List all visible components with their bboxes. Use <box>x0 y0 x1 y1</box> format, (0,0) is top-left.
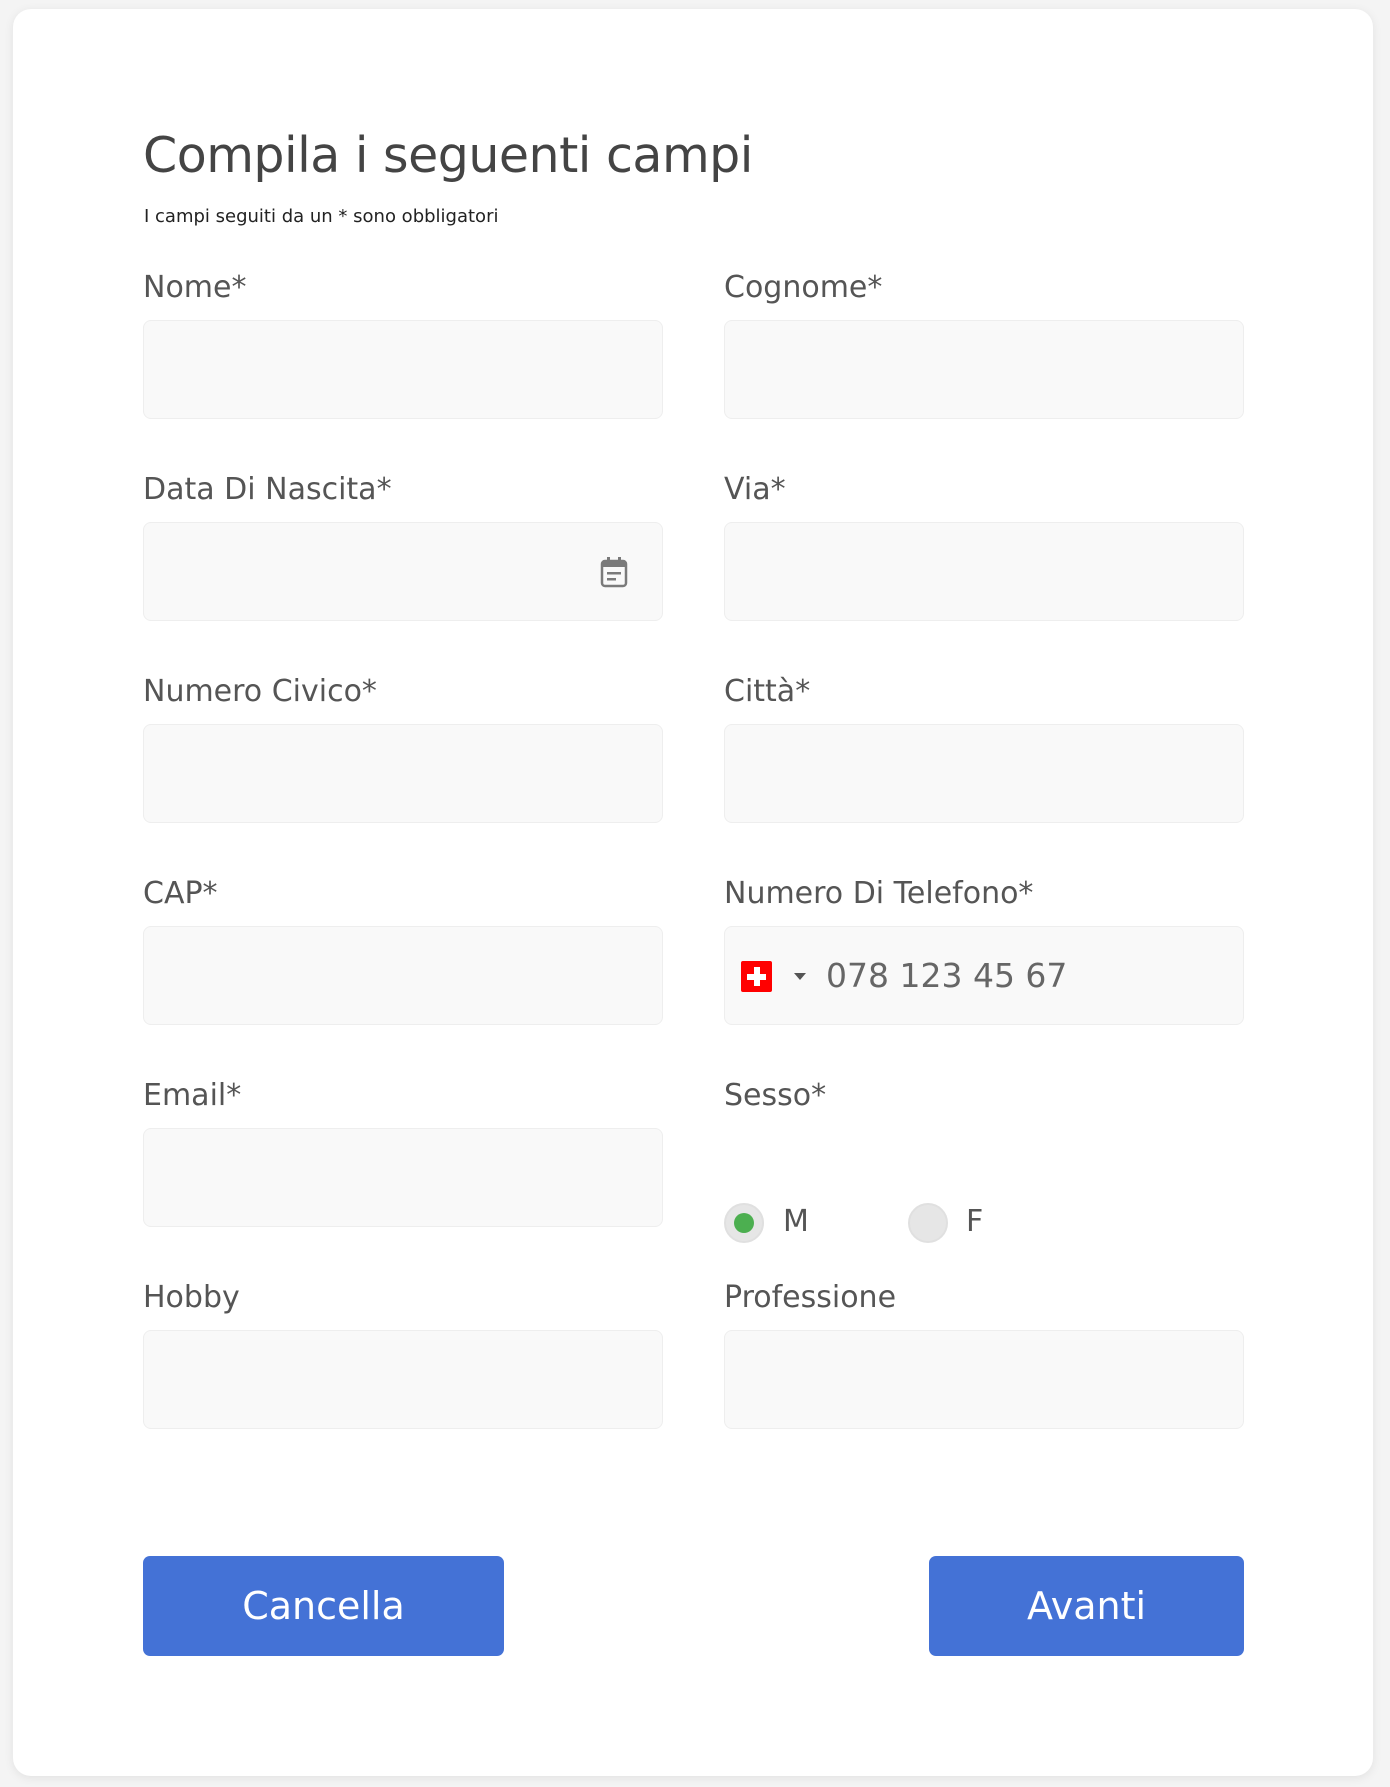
cancel-button[interactable]: Cancella <box>143 1556 504 1656</box>
sesso-m-radio[interactable] <box>724 1203 764 1243</box>
telefono-input[interactable] <box>816 927 1334 1024</box>
cognome-input[interactable] <box>725 321 1243 418</box>
professione-label: Professione <box>724 1280 897 1315</box>
sesso-label: Sesso* <box>724 1078 827 1113</box>
hobby-field <box>143 1330 663 1429</box>
telefono-field <box>724 926 1334 1025</box>
next-button[interactable]: Avanti <box>929 1556 1244 1656</box>
page-title: Compila i seguenti campi <box>143 127 753 184</box>
required-fields-note: I campi seguiti da un * sono obbligatori <box>144 206 499 227</box>
citta-input[interactable] <box>725 725 1243 822</box>
via-label: Via* <box>724 472 786 507</box>
country-dropdown-caret-icon[interactable] <box>794 973 806 980</box>
sesso-f-radio[interactable] <box>908 1203 948 1243</box>
sesso-radio-group: M F <box>724 1203 1244 1247</box>
email-field <box>143 1128 663 1227</box>
sesso-m-label[interactable]: M <box>783 1207 809 1237</box>
telefono-label: Numero Di Telefono* <box>724 876 1034 911</box>
cap-label: CAP* <box>143 876 218 911</box>
professione-input[interactable] <box>725 1331 1243 1428</box>
data-nascita-input[interactable] <box>144 523 662 620</box>
cognome-label: Cognome* <box>724 270 883 305</box>
form-card: Compila i seguenti campi I campi seguiti… <box>13 9 1373 1776</box>
professione-field <box>724 1330 1244 1429</box>
data-nascita-label: Data Di Nascita* <box>143 472 392 507</box>
nome-field <box>143 320 663 419</box>
citta-label: Città* <box>724 674 811 709</box>
switzerland-flag-icon[interactable] <box>741 961 772 992</box>
numero-civico-input[interactable] <box>144 725 662 822</box>
email-label: Email* <box>143 1078 242 1113</box>
numero-civico-label: Numero Civico* <box>143 674 377 709</box>
nome-input[interactable] <box>144 321 662 418</box>
hobby-input[interactable] <box>144 1331 662 1428</box>
numero-civico-field <box>143 724 663 823</box>
sesso-f-label[interactable]: F <box>966 1207 983 1237</box>
email-input[interactable] <box>144 1129 662 1226</box>
via-field <box>724 522 1244 621</box>
cap-input[interactable] <box>144 927 662 1024</box>
data-nascita-field <box>143 522 663 621</box>
citta-field <box>724 724 1244 823</box>
cap-field <box>143 926 663 1025</box>
hobby-label: Hobby <box>143 1280 240 1315</box>
cognome-field <box>724 320 1244 419</box>
via-input[interactable] <box>725 523 1243 620</box>
calendar-icon[interactable] <box>600 556 628 588</box>
nome-label: Nome* <box>143 270 247 305</box>
